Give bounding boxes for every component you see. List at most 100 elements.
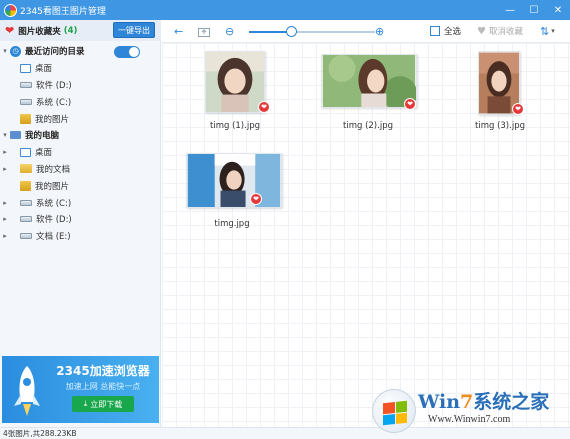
image-thumbnail[interactable]: ❤ timg (1).jpg [200,51,270,131]
sidebar-item-recent-drive-c[interactable]: 系统 (C:) [0,93,160,110]
photo-thumbnail-image [321,54,417,108]
ad-subtitle: 加速上网 总能快一点 [65,382,141,391]
recent-toggle[interactable] [114,46,140,58]
computer-section-header[interactable]: ▾ 我的电脑 [0,127,160,144]
sort-button[interactable]: ⇅ ▾ [540,24,555,38]
select-all-label: 全选 [444,27,462,37]
status-text: 4张图片,共288.23KB [3,429,77,438]
tree-item-label: 软件 (D:) [36,80,72,91]
collapse-icon[interactable]: ▾ [0,131,10,139]
sort-icon: ⇅ [540,24,550,38]
checkbox-icon [430,26,440,36]
tree-item-label: 系统 (C:) [36,198,72,209]
sidebar-item-pictures[interactable]: 我的图片 [0,177,160,194]
favorites-label: 图片收藏夹 [18,26,61,37]
rocket-icon [14,366,40,416]
zoom-out-icon: ⊖ [225,24,235,38]
image-filename: timg (3).jpg [475,121,525,131]
toolbar: ← ⊖ ⊕ 全选 ♥ 取消收藏 ⇅ ▾ [162,20,570,43]
favorites-folder[interactable]: ❤ 图片收藏夹 (4) 一键导出 [0,20,161,41]
select-all-checkbox[interactable]: 全选 [430,24,461,38]
image-thumbnail[interactable]: ❤ timg.jpg [186,153,286,233]
tree-item-label: 系统 (C:) [36,97,72,108]
sidebar-item-drive-c[interactable]: ▸ 系统 (C:) [0,194,160,211]
image-thumbnail[interactable]: ❤ timg (2).jpg [318,51,418,131]
tree-item-label: 桌面 [35,148,53,159]
close-button[interactable]: ✕ [546,0,570,20]
drive-icon [20,233,32,240]
computer-icon [10,131,21,140]
expand-icon[interactable]: ▸ [0,232,10,240]
sidebar: ❤ 图片收藏夹 (4) 一键导出 ▾ ◷ 最近访问的目录 桌面 软件 (D:) … [0,20,161,427]
minimize-button[interactable]: — [498,0,522,20]
photo-thumbnail-image [205,51,265,113]
drive-icon [20,199,32,206]
favorite-badge-icon[interactable]: ❤ [250,193,262,205]
zoom-slider[interactable] [249,31,375,33]
download-icon: ⤓ [83,399,88,408]
browser-ad-banner[interactable]: 2345加速浏览器 加速上网 总能快一点 ⤓ 立即下载 [2,356,159,423]
unfavorite-label: 取消收藏 [488,27,523,37]
folder-tree: ▾ ◷ 最近访问的目录 桌面 软件 (D:) 系统 (C:) 我的图片 ▾ 我的… [0,43,160,245]
image-thumbnail[interactable]: ❤ timg (3).jpg [470,51,530,131]
chevron-down-icon: ▾ [551,27,555,35]
documents-folder-icon [20,164,32,174]
open-folder-button[interactable] [198,24,210,38]
tree-item-label: 我的图片 [35,181,70,192]
back-arrow-icon: ← [174,24,184,38]
sidebar-item-drive-d[interactable]: ▸ 软件 (D:) [0,211,160,228]
zoom-slider-thumb[interactable] [285,26,297,37]
heart-icon: ❤ [5,24,15,37]
maximize-button[interactable]: ☐ [522,0,546,20]
favorite-badge-icon[interactable]: ❤ [512,103,524,115]
desktop-icon [20,147,31,157]
zoom-out-button[interactable]: ⊖ [225,24,234,38]
tree-item-label: 桌面 [35,64,53,75]
pictures-folder-icon [20,113,31,124]
sidebar-item-drive-e[interactable]: ▸ 文档 (E:) [0,228,160,245]
watermark-url: Www.Winwin7.com [428,414,511,425]
pictures-folder-icon [20,180,31,191]
collapse-icon[interactable]: ▾ [0,47,10,55]
watermark-title: Win7系统之家 [418,391,550,413]
desktop-icon [20,63,31,73]
drive-icon [20,216,32,223]
back-button[interactable]: ← [174,24,183,38]
export-all-button[interactable]: 一键导出 [113,22,155,38]
sidebar-item-desktop[interactable]: ▸ 桌面 [0,144,160,161]
expand-icon[interactable]: ▸ [0,148,10,156]
image-filename: timg.jpg [214,219,250,229]
folder-export-icon [198,27,210,37]
thumbnail-grid: ❤ timg (1).jpg ❤ timg (2).jpg ❤ timg (3)… [162,43,570,427]
sidebar-item-documents[interactable]: ▸ 我的文档 [0,161,160,178]
tree-item-label: 我的图片 [35,114,70,125]
favorite-badge-icon[interactable]: ❤ [404,98,416,110]
expand-icon[interactable]: ▸ [0,215,10,223]
image-filename: timg (1).jpg [210,121,260,131]
ad-title: 2345加速浏览器 [56,364,150,378]
unfavorite-button[interactable]: ♥ 取消收藏 [477,24,523,38]
site-watermark: Win7系统之家 Www.Winwin7.com [372,383,568,435]
app-logo-icon [4,3,17,17]
sidebar-item-recent-drive-d[interactable]: 软件 (D:) [0,77,160,94]
window-controls: — ☐ ✕ [498,0,570,20]
tree-item-label: 文档 (E:) [36,232,71,243]
tree-item-label: 我的文档 [36,164,71,175]
recent-section-header[interactable]: ▾ ◷ 最近访问的目录 [0,43,160,60]
windows-logo-icon [372,389,416,433]
computer-section-label: 我的电脑 [25,131,60,142]
drive-icon [20,98,32,105]
ad-download-button[interactable]: ⤓ 立即下载 [72,396,134,412]
recent-section-label: 最近访问的目录 [25,47,85,58]
heart-outline-icon: ♥ [477,25,486,37]
sidebar-item-recent-pictures[interactable]: 我的图片 [0,110,160,127]
image-filename: timg (2).jpg [343,121,393,131]
favorite-badge-icon[interactable]: ❤ [258,101,270,113]
zoom-slider-fill [249,31,291,33]
expand-icon[interactable]: ▸ [0,165,10,173]
sidebar-item-recent-desktop[interactable]: 桌面 [0,60,160,77]
expand-icon[interactable]: ▸ [0,199,10,207]
zoom-in-button[interactable]: ⊕ [375,24,384,38]
ad-download-label: 立即下载 [90,399,123,409]
photo-thumbnail-image [186,153,282,208]
